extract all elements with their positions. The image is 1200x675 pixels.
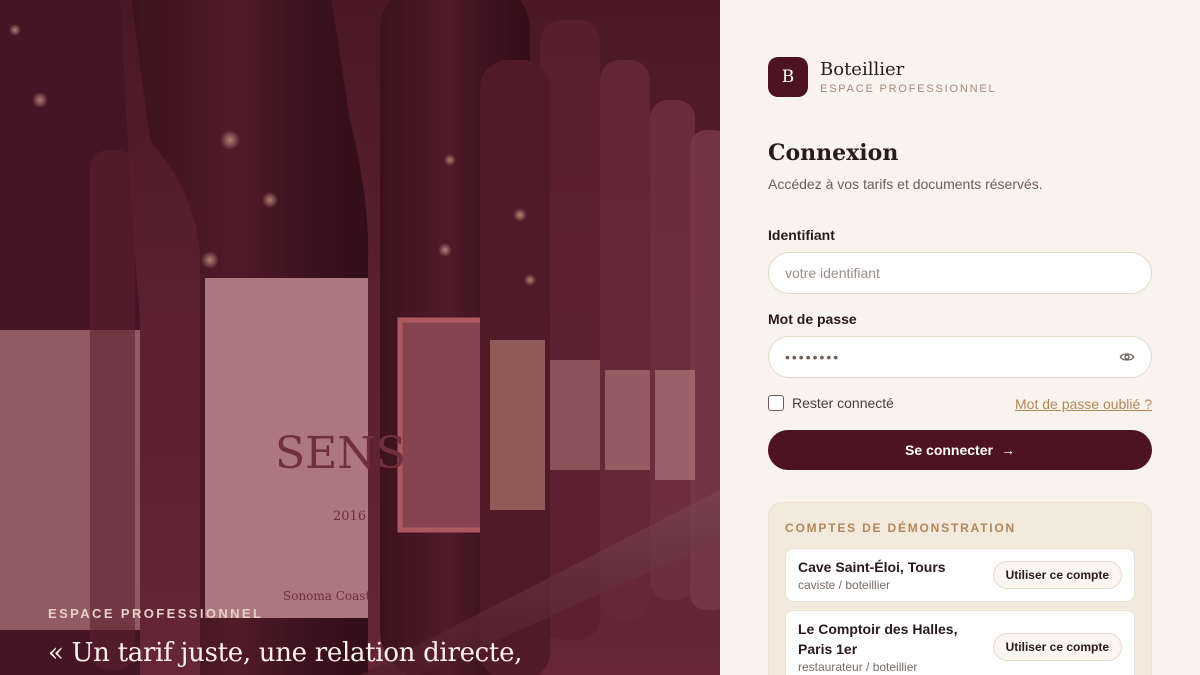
identifier-input[interactable] [785, 265, 1135, 281]
brand-subtitle: ESPACE PROFESSIONNEL [820, 83, 997, 95]
login-panel: B Boteillier ESPACE PROFESSIONNEL Connex… [720, 0, 1200, 675]
hero-tint-overlay [0, 0, 720, 675]
brand[interactable]: B Boteillier ESPACE PROFESSIONNEL [768, 57, 996, 97]
brand-logo: B [768, 57, 808, 97]
login-button[interactable]: Se connecter → [768, 430, 1152, 470]
login-button-label: Se connecter [905, 442, 993, 458]
brand-name: Boteillier [820, 59, 905, 80]
brand-text: Boteillier ESPACE PROFESSIONNEL [820, 59, 996, 95]
show-password-eye-icon[interactable] [1119, 349, 1135, 365]
password-input[interactable]: •••••••• [785, 349, 1119, 365]
hero-eyebrow: ESPACE PROFESSIONNEL [48, 606, 264, 621]
demo-account-item: Cave Saint-Éloi, Tours caviste / boteill… [785, 548, 1135, 602]
identifier-field-wrapper [768, 252, 1152, 294]
use-account-button[interactable]: Utiliser ce compte [992, 561, 1122, 589]
demo-account-role: restaurateur / boteillier [798, 660, 918, 674]
remember-label: Rester connecté [792, 395, 894, 411]
page-subtitle: Accédez à vos tarifs et documents réserv… [768, 176, 1043, 192]
arrow-right-icon: → [1000, 442, 1015, 458]
demo-account-item: Le Comptoir des Halles, Paris 1er restau… [785, 610, 1135, 675]
page-title: Connexion [768, 140, 899, 166]
forgot-password-link[interactable]: Mot de passe oublié ? [1015, 396, 1152, 412]
hero-quote: « Un tarif juste, une relation directe, [48, 638, 523, 668]
password-field-wrapper: •••••••• [768, 336, 1152, 378]
remember-me[interactable]: Rester connecté [768, 395, 894, 411]
demo-accounts-title: COMPTES DE DÉMONSTRATION [785, 521, 1016, 535]
use-account-button[interactable]: Utiliser ce compte [992, 633, 1122, 661]
hero-image-panel: SENS 2016 Sonoma Coast ESPACE PROFESSION… [0, 0, 720, 675]
identifier-label: Identifiant [768, 227, 835, 243]
demo-account-name: Le Comptoir des Halles, Paris 1er [798, 621, 958, 657]
remember-checkbox[interactable] [768, 395, 784, 411]
password-label: Mot de passe [768, 311, 857, 327]
demo-accounts-card: COMPTES DE DÉMONSTRATION Cave Saint-Éloi… [768, 502, 1152, 675]
